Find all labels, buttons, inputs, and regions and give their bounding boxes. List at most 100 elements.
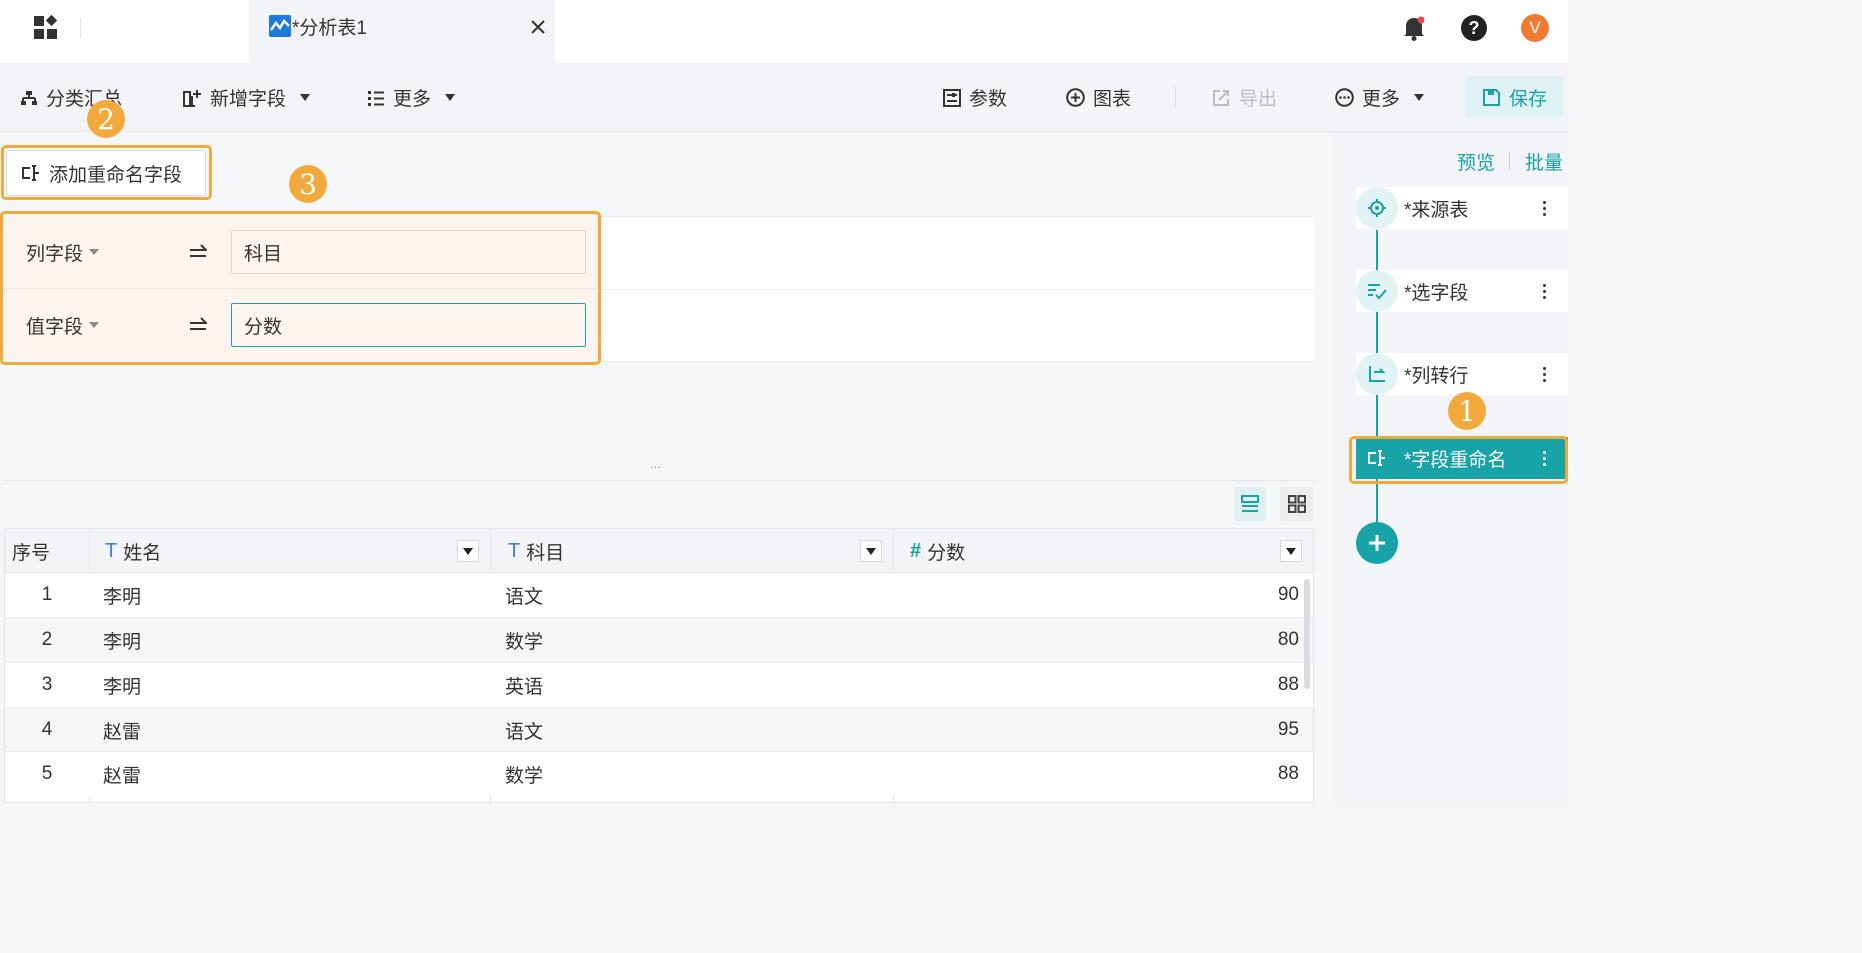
target-icon <box>1356 187 1398 229</box>
params-icon <box>943 88 961 107</box>
chart-label: 图表 <box>1093 89 1132 110</box>
unpivot-icon <box>1356 353 1398 395</box>
table-row[interactable]: 2 李明 数学 80 <box>5 618 1313 663</box>
column-header-score[interactable]: # 分数 <box>910 529 965 573</box>
save-label: 保存 <box>1509 88 1548 110</box>
more-left-label: 更多 <box>393 89 432 110</box>
divider <box>80 18 81 38</box>
cell-score: 80 <box>1277 629 1299 650</box>
toolbar: 分类汇总 新增字段 更多 参数 图表 导出 更多 保存 <box>0 63 1568 132</box>
row-index: 4 <box>41 719 53 740</box>
list-view-toggle[interactable] <box>1234 487 1266 521</box>
step-label: *选字段 <box>1404 282 1469 304</box>
chevron-down-icon <box>445 94 456 101</box>
splitter-handle[interactable]: ... <box>650 456 661 471</box>
steps-panel: 预览 批量 *来源表 *选字段 *列转行 *字段重命名 <box>1334 132 1568 803</box>
row-index: 2 <box>41 629 53 650</box>
column-header-label: 分数 <box>927 542 966 564</box>
annotation-badge-3: 3 <box>289 165 327 203</box>
grid-header <box>5 529 1313 573</box>
row-index: 5 <box>41 763 53 784</box>
highlight-box-active-step <box>1349 436 1568 484</box>
vertical-scrollbar[interactable] <box>1304 579 1310 689</box>
step-label: *列转行 <box>1404 365 1469 387</box>
tab-title: *分析表1 <box>292 18 367 39</box>
select-fields-icon <box>1356 270 1398 312</box>
table-row[interactable]: 3 李明 英语 88 <box>5 663 1313 708</box>
hierarchy-icon <box>21 90 37 105</box>
number-type-icon: # <box>910 539 922 562</box>
more-circle-icon <box>1335 88 1354 107</box>
list-view-icon <box>1241 495 1259 512</box>
export-icon <box>1213 90 1229 106</box>
more-right-button[interactable]: 更多 <box>1335 63 1425 132</box>
link-divider <box>1509 152 1510 170</box>
column-header-index[interactable]: 序号 <box>12 529 50 573</box>
export-label: 导出 <box>1239 89 1278 110</box>
cell-subject: 语文 <box>505 586 544 608</box>
cell-name: 赵雷 <box>103 765 142 787</box>
grid-view-icon <box>1288 495 1306 513</box>
add-field-label: 新增字段 <box>210 89 287 110</box>
params-button[interactable]: 参数 <box>943 63 1007 132</box>
cell-score: 95 <box>1277 719 1299 740</box>
chevron-down-icon <box>1414 94 1425 101</box>
save-button[interactable]: 保存 <box>1465 76 1563 118</box>
highlight-box-rename-rows <box>0 211 601 365</box>
step-select-fields[interactable]: *选字段 <box>1356 270 1568 312</box>
add-step-button[interactable] <box>1356 522 1398 564</box>
column-filter-button[interactable] <box>860 540 882 562</box>
data-grid: 序号 T 姓名 T 科目 # 分数 1 李明 语文 90 2 李明 数学 80 … <box>4 528 1314 804</box>
add-field-icon <box>183 89 201 107</box>
text-type-icon: T <box>105 539 118 562</box>
list-icon <box>368 90 384 106</box>
column-header-label: 姓名 <box>123 542 162 564</box>
cell-name: 李明 <box>103 631 142 653</box>
preview-link[interactable]: 预览 <box>1457 148 1495 175</box>
close-icon[interactable] <box>530 19 546 35</box>
column-filter-button[interactable] <box>457 540 479 562</box>
more-vertical-icon[interactable] <box>1534 200 1554 216</box>
more-vertical-icon[interactable] <box>1534 366 1554 382</box>
table-row[interactable]: 4 赵雷 语文 95 <box>5 708 1313 752</box>
cell-score: 88 <box>1277 674 1299 695</box>
splitter-line <box>4 480 1314 481</box>
plus-icon <box>1369 535 1385 551</box>
column-header-name[interactable]: T 姓名 <box>105 529 161 573</box>
tab-analysis[interactable]: *分析表1 <box>249 0 555 63</box>
cell-name: 李明 <box>103 586 142 608</box>
table-row[interactable]: 5 赵雷 数学 88 <box>5 752 1313 796</box>
toolbar-divider <box>1175 87 1176 109</box>
batch-link[interactable]: 批量 <box>1525 148 1563 175</box>
cell-subject: 数学 <box>505 631 544 653</box>
annotation-badge-1: 1 <box>1448 392 1486 430</box>
app-grid-icon[interactable] <box>33 14 59 41</box>
more-vertical-icon[interactable] <box>1534 283 1554 299</box>
more-left-button[interactable]: 更多 <box>367 63 456 132</box>
export-button[interactable]: 导出 <box>1212 63 1277 132</box>
bell-icon[interactable] <box>1401 15 1427 41</box>
save-icon <box>1483 88 1500 106</box>
cell-name: 李明 <box>103 676 142 698</box>
row-index: 3 <box>41 674 53 695</box>
step-source-table[interactable]: *来源表 <box>1356 187 1568 229</box>
add-field-button[interactable]: 新增字段 <box>182 63 311 132</box>
chart-button[interactable]: 图表 <box>1066 63 1131 132</box>
cell-name: 赵雷 <box>103 721 142 743</box>
cell-score: 88 <box>1277 763 1299 784</box>
chevron-down-icon <box>300 94 311 101</box>
highlight-box-add-button <box>1 145 212 200</box>
table-row[interactable]: 1 李明 语文 90 <box>5 573 1313 618</box>
grid-view-toggle[interactable] <box>1280 487 1314 521</box>
help-icon[interactable]: ? <box>1461 15 1487 41</box>
column-filter-button[interactable] <box>1280 540 1302 562</box>
row-index: 1 <box>41 584 53 605</box>
column-header-subject[interactable]: T 科目 <box>508 529 564 573</box>
add-circle-icon <box>1066 88 1085 107</box>
cell-score: 90 <box>1277 584 1299 605</box>
step-unpivot[interactable]: *列转行 <box>1356 353 1568 395</box>
avatar[interactable]: V <box>1521 14 1549 42</box>
annotation-badge-2: 2 <box>87 100 125 138</box>
analysis-table-icon <box>269 15 291 37</box>
cell-subject: 英语 <box>505 676 544 698</box>
